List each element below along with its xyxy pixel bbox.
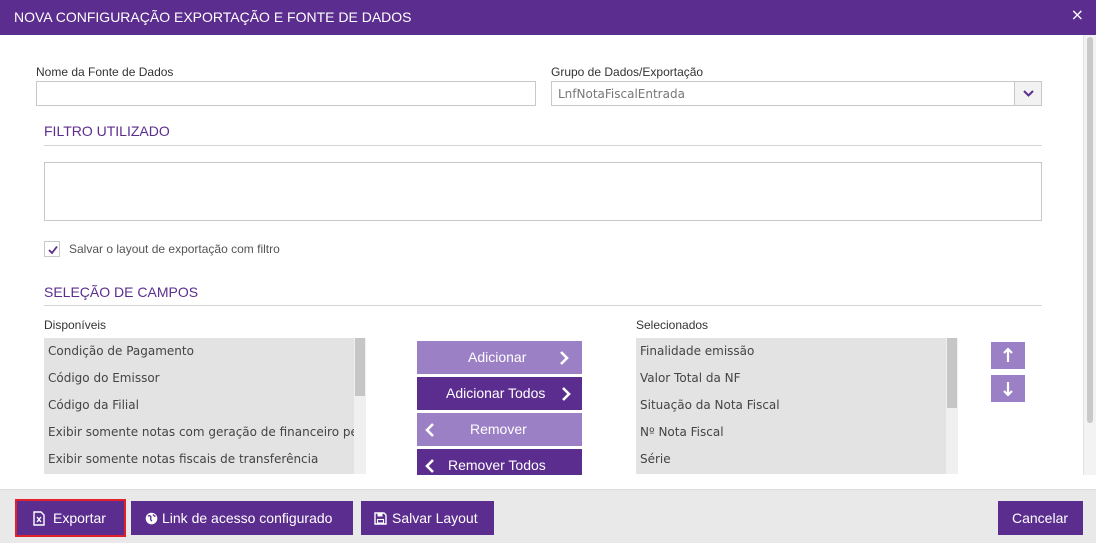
checkmark-icon: [48, 245, 58, 255]
filter-section-title: FILTRO UTILIZADO: [44, 123, 170, 139]
available-list-scrollbar[interactable]: [354, 338, 366, 474]
dialog-scrollbar[interactable]: [1083, 35, 1096, 475]
move-up-button[interactable]: [991, 342, 1025, 369]
excel-file-icon: [33, 511, 45, 526]
save-with-filter-label[interactable]: Salvar o layout de exportação com filtro: [69, 242, 280, 256]
arrow-up-icon: [1003, 347, 1013, 362]
floppy-disk-icon: [374, 512, 387, 525]
data-group-label: Grupo de Dados/Exportação: [551, 65, 704, 79]
available-fields-label: Disponíveis: [44, 318, 107, 332]
fields-section-title: SELEÇÃO DE CAMPOS: [44, 284, 199, 300]
remove-button[interactable]: Remover: [417, 413, 582, 446]
list-item[interactable]: Código do Emissor: [48, 371, 160, 385]
selected-fields-label: Selecionados: [636, 318, 709, 332]
list-item[interactable]: Condição de Pagamento: [48, 344, 194, 358]
add-all-button[interactable]: Adicionar Todos: [417, 377, 582, 410]
data-source-name-label: Nome da Fonte de Dados: [36, 65, 174, 79]
list-item[interactable]: Exibir somente notas com geração de fina…: [48, 425, 366, 439]
chevron-left-icon: [425, 459, 434, 473]
list-item[interactable]: Situação da Nota Fiscal: [640, 398, 780, 412]
dialog-footer: Exportar Link de acesso configurado Salv…: [0, 489, 1096, 543]
list-item[interactable]: Nº Nota Fiscal: [640, 425, 724, 439]
chevron-left-icon: [425, 423, 434, 437]
filter-textarea[interactable]: [44, 162, 1042, 221]
data-group-value: LnfNotaFiscalEntrada: [558, 87, 685, 101]
filter-divider: [44, 145, 1042, 146]
add-button[interactable]: Adicionar: [417, 341, 582, 374]
list-item[interactable]: Finalidade emissão: [640, 344, 754, 358]
selected-fields-list[interactable]: Finalidade emissão Valor Total da NF Sit…: [636, 338, 958, 474]
dialog-body: Nome da Fonte de Dados Grupo de Dados/Ex…: [0, 35, 1083, 475]
export-button[interactable]: Exportar: [15, 499, 126, 537]
list-item[interactable]: Valor Total da NF: [640, 371, 741, 385]
remove-all-button[interactable]: Remover Todos: [417, 449, 582, 475]
move-down-button[interactable]: [991, 375, 1025, 402]
globe-icon: [145, 512, 158, 525]
list-item[interactable]: Exibir somente notas fiscais de transfer…: [48, 452, 318, 466]
data-group-select[interactable]: LnfNotaFiscalEntrada: [551, 81, 1042, 106]
access-link-button[interactable]: Link de acesso configurado: [131, 501, 353, 535]
fields-divider: [44, 305, 1042, 306]
save-with-filter-checkbox[interactable]: [44, 241, 60, 257]
list-item[interactable]: Código da Filial: [48, 398, 139, 412]
arrow-down-icon: [1003, 382, 1013, 397]
chevron-right-icon: [560, 351, 569, 365]
chevron-down-icon[interactable]: [1014, 82, 1041, 105]
export-config-dialog: NOVA CONFIGURAÇÃO EXPORTAÇÃO E FONTE DE …: [0, 0, 1096, 543]
available-fields-list[interactable]: Condição de Pagamento Código do Emissor …: [44, 338, 366, 474]
chevron-right-icon: [562, 387, 571, 401]
list-item[interactable]: Série: [640, 452, 671, 466]
selected-list-scrollbar[interactable]: [946, 338, 958, 474]
dialog-title: NOVA CONFIGURAÇÃO EXPORTAÇÃO E FONTE DE …: [14, 9, 412, 25]
dialog-titlebar: NOVA CONFIGURAÇÃO EXPORTAÇÃO E FONTE DE …: [0, 0, 1096, 35]
cancel-button[interactable]: Cancelar: [998, 501, 1083, 535]
data-source-name-input[interactable]: [36, 81, 536, 106]
close-icon[interactable]: ×: [1071, 7, 1084, 23]
save-layout-button[interactable]: Salvar Layout: [361, 501, 494, 535]
